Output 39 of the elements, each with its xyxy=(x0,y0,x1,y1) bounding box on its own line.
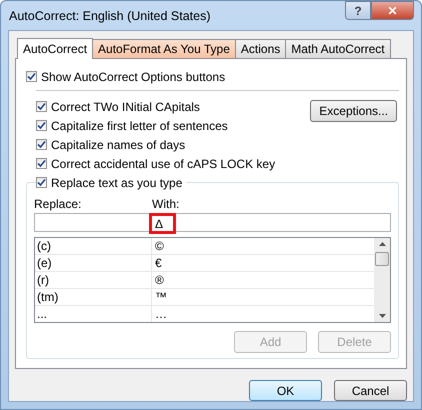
checkbox-label: Capitalize names of days xyxy=(51,138,186,152)
tab[interactable]: Math AutoCorrect xyxy=(285,39,391,58)
checkbox-label: Show AutoCorrect Options buttons xyxy=(41,70,226,84)
checkbox-label: Capitalize first letter of sentences xyxy=(51,118,228,132)
scroll-thumb[interactable] xyxy=(375,252,389,266)
scroll-up-icon[interactable] xyxy=(378,242,386,246)
checkbox[interactable] xyxy=(36,120,47,131)
with-value[interactable]: Δ xyxy=(149,213,176,234)
input-field[interactable]: Δ xyxy=(34,213,391,232)
field-label: Replace: xyxy=(34,197,82,212)
table-cell-text: … xyxy=(154,306,167,322)
checkbox-label: Replace text as you type xyxy=(51,176,182,190)
table-cell-text: ® xyxy=(154,272,164,288)
checkbox[interactable] xyxy=(36,158,47,169)
table-cell-text: € xyxy=(154,255,162,271)
checkbox[interactable] xyxy=(26,71,37,82)
field-label: With: xyxy=(152,197,180,212)
checkbox[interactable] xyxy=(36,139,47,150)
table-cell: (c) xyxy=(35,238,152,254)
table-cell: (e) xyxy=(35,255,152,271)
table-cell: (r) xyxy=(35,272,152,288)
tab[interactable]: Actions xyxy=(234,39,286,58)
checkbox[interactable] xyxy=(36,101,47,112)
table-cell-text: ™ xyxy=(154,289,167,305)
help-button[interactable]: ? xyxy=(345,1,371,20)
tab[interactable]: AutoCorrect xyxy=(17,38,94,59)
table-cell: (tm) xyxy=(35,289,152,305)
ok-button[interactable]: OK xyxy=(249,380,322,401)
tab[interactable]: AutoFormat As You Type xyxy=(92,39,236,58)
scrollbar[interactable] xyxy=(374,238,390,322)
table-cell-text: © xyxy=(154,238,164,254)
exceptions-button[interactable]: Exceptions... xyxy=(310,100,397,122)
checkbox-label: Correct accidental use of cAPS LOCK key xyxy=(51,156,276,170)
cancel-button[interactable]: Cancel xyxy=(334,380,407,401)
window-title: AutoCorrect: English (United States) xyxy=(8,8,210,22)
table-cell: ... xyxy=(35,306,152,322)
checkbox-label: Correct TWo INitial CApitals xyxy=(51,100,200,114)
scroll-down-icon[interactable] xyxy=(378,314,386,318)
checkbox[interactable] xyxy=(36,177,47,188)
